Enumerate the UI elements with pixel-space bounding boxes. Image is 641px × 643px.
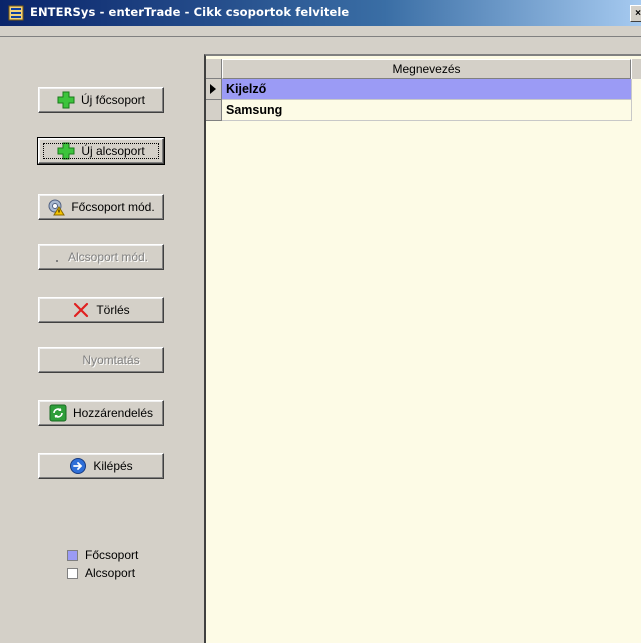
new-main-group-label: Új főcsoport <box>80 93 146 107</box>
close-button[interactable]: × <box>630 5 641 22</box>
group-grid[interactable]: Megnevezés Kijelző Samsung <box>204 54 641 643</box>
legend-sub-group: Alcsoport <box>67 566 135 580</box>
print-button[interactable]: Nyomtatás <box>38 347 164 373</box>
edit-main-group-label: Főcsoport mód. <box>71 200 155 214</box>
plus-icon <box>57 91 75 109</box>
edit-sub-group-label: Alcsoport mód. <box>67 250 149 264</box>
vertical-scrollbar[interactable] <box>631 59 641 79</box>
new-sub-group-label: Új alcsoport <box>81 144 145 158</box>
grid-header: Megnevezés <box>206 59 641 79</box>
table-row[interactable]: Kijelző <box>206 79 632 100</box>
delete-x-icon <box>72 301 90 319</box>
exit-button[interactable]: Kilépés <box>38 453 164 479</box>
app-window-icon[interactable] <box>8 5 24 21</box>
refresh-icon <box>49 404 67 422</box>
assign-label: Hozzárendelés <box>72 406 154 420</box>
window-title: ENTERSys - enterTrade - Cikk csoportok f… <box>30 5 350 19</box>
legend-main-group: Főcsoport <box>67 548 138 562</box>
row-indicator[interactable] <box>206 79 222 100</box>
menu-strip <box>0 26 641 37</box>
new-main-group-button[interactable]: Új főcsoport <box>38 87 164 113</box>
legend-main-group-label: Főcsoport <box>85 548 139 562</box>
column-header-name[interactable]: Megnevezés <box>221 59 632 79</box>
gear-icon <box>54 248 62 266</box>
assign-button[interactable]: Hozzárendelés <box>38 400 164 426</box>
left-button-panel: Új főcsoport Új alcsoport Főcsoport mód.… <box>7 54 204 643</box>
delete-label: Törlés <box>96 303 130 317</box>
legend-sub-group-label: Alcsoport <box>85 566 136 580</box>
table-row[interactable]: Samsung <box>206 100 632 121</box>
plus-icon <box>57 142 75 160</box>
row-name-cell[interactable]: Samsung <box>222 100 632 121</box>
exit-label: Kilépés <box>93 459 133 473</box>
delete-button[interactable]: Törlés <box>38 297 164 323</box>
new-sub-group-button[interactable]: Új alcsoport <box>37 137 165 165</box>
edit-main-group-button[interactable]: Főcsoport mód. <box>38 194 164 220</box>
current-row-arrow-icon <box>210 84 216 94</box>
exit-arrow-icon <box>69 457 87 475</box>
legend-sub-group-swatch <box>67 567 78 579</box>
grid-corner <box>206 59 222 79</box>
legend-main-group-swatch <box>67 549 78 561</box>
row-name-cell[interactable]: Kijelző <box>222 79 632 100</box>
print-label: Nyomtatás <box>82 353 140 367</box>
title-bar: ENTERSys - enterTrade - Cikk csoportok f… <box>0 0 641 26</box>
edit-sub-group-button[interactable]: Alcsoport mód. <box>38 244 164 270</box>
row-indicator[interactable] <box>206 100 222 121</box>
gear-warning-icon <box>47 198 66 216</box>
